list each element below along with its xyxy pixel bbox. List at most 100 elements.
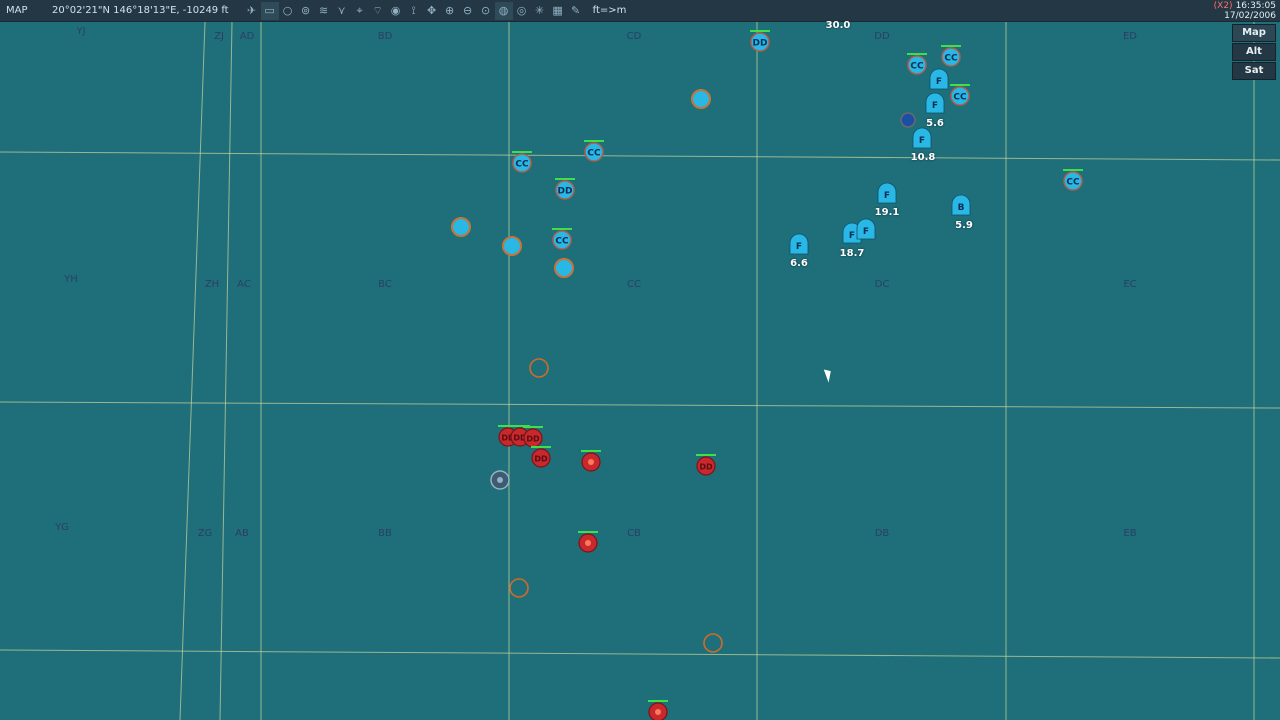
unit-layer: DDCCCCCCCCCCDDCCCCFFFFBFF FDDDD DDDDDD [451,30,1083,720]
friendly-ship-icon[interactable]: CC [552,228,572,250]
friendly-aircraft-icon[interactable]: F [856,218,876,240]
tool-group: ✈ ▭ ○ ⊚ ≋ ⋎ ⌖ ⌔ ◉ ⟟ ✥ ⊕ ⊖ ⊙ ◍ ◎ ✳ ▦ ✎ [243,1,585,20]
clock-date: 17/02/2006 [1224,11,1276,21]
friendly-ship-icon[interactable]: CC [584,140,604,162]
svg-text:CC: CC [515,160,529,170]
friendly-ship-icon[interactable]: CC [941,45,961,67]
target-icon[interactable]: ⌖ [351,2,369,20]
clock: (X2) 16:35:05 17/02/2006 [1214,1,1276,21]
zoom-out-icon[interactable]: ⊖ [459,2,477,20]
circle-icon[interactable]: ○ [279,2,297,20]
friendly-ship-icon[interactable]: CC [950,84,970,106]
globe-icon[interactable]: ◍ [494,1,513,20]
grid-label: BD [377,31,393,42]
wind-icon[interactable]: ≋ [315,2,333,20]
svg-text:CC: CC [1066,178,1080,188]
layers-icon[interactable]: ⊚ [297,2,315,20]
svg-text:CC: CC [953,93,967,103]
contact-marker-icon[interactable] [691,89,711,109]
contact-marker-icon[interactable] [554,258,574,278]
hostile-ship-icon[interactable] [578,531,598,553]
grid-label: CD [626,31,642,42]
hostile-ship-icon[interactable]: DD [523,426,543,448]
friendly-aircraft-icon[interactable]: F [929,68,949,90]
svg-text:B: B [958,203,965,213]
tactical-map[interactable]: DD CC CC CC CC CC DD CC CC F F F F B F F F DD DD DD DD DD YJ Z… [0,20,1280,720]
waypoint-icon[interactable]: ⋎ [333,2,351,20]
altitude-label: 5.9 [955,220,973,231]
grid-label: AC [237,279,251,290]
marker-icon[interactable]: ◉ [387,2,405,20]
hostile-ship-icon[interactable] [648,700,668,720]
unit-toggle[interactable]: ft=>m [593,5,627,16]
contact-marker-icon[interactable] [451,217,471,237]
altitude-label: 18.7 [839,248,865,259]
contact-marker-icon[interactable] [502,236,522,256]
top-toolbar: MAP 20°02'21"N 146°18'13"E, -10249 ft ✈ ▭… [0,0,1280,22]
svg-text:CC: CC [910,62,924,72]
friendly-ship-icon[interactable]: CC [512,151,532,173]
svg-text:DD: DD [534,455,548,464]
friendly-aircraft-icon[interactable]: F [877,182,897,204]
grid-icon[interactable]: ▦ [549,2,567,20]
svg-text:CC: CC [555,237,569,247]
grid-label: DD [874,31,890,42]
altitude-label: 6.6 [790,258,808,269]
svg-text:DD: DD [699,463,713,472]
altitude-label: 5.6 [926,118,944,129]
friendly-aircraft-icon[interactable]: F [925,92,945,114]
altitude-label: 19.1 [874,207,900,218]
radar-icon[interactable]: ⌔ [369,2,387,20]
friendly-aircraft-icon[interactable]: B [951,194,971,216]
ruler-icon[interactable]: ▭ [260,1,279,20]
cursor-coordinates: 20°02'21"N 146°18'13"E, -10249 ft [52,5,229,16]
zoom-fit-icon[interactable]: ⊙ [477,2,495,20]
tower-icon[interactable]: ⟟ [405,2,423,20]
clock-tag: (X2) [1213,1,1233,11]
pen-icon[interactable]: ✎ [567,2,585,20]
selected-unit-icon[interactable] [900,112,916,128]
grid-label: DB [874,528,890,539]
friendly-ship-icon[interactable]: CC [1063,169,1083,191]
friendly-ship-icon[interactable]: DD [750,30,770,52]
grid-label: BC [378,279,392,290]
compass-icon[interactable]: ◎ [513,2,531,20]
hostile-ship-icon[interactable]: DD [696,454,716,476]
friendly-ship-icon[interactable]: CC [907,53,927,75]
sun-icon[interactable]: ✳ [531,2,549,20]
grid-label: AD [239,31,255,42]
grid-label: EC [1123,279,1137,290]
grid-label: CB [627,528,641,539]
grid-label: BB [378,528,392,539]
layer-button-alt[interactable]: Alt [1232,43,1276,61]
svg-text:F: F [884,191,890,201]
altitude-label: 10.8 [910,152,936,163]
grid-label: ZG [197,528,213,539]
zoom-in-icon[interactable]: ⊕ [441,2,459,20]
hostile-ship-icon[interactable]: DD [531,446,551,468]
app-label: MAP [6,5,28,16]
unknown-contact-ring-icon[interactable] [509,578,529,598]
grid-label: ZH [204,279,220,290]
route-icon[interactable]: ✈ [243,2,261,20]
layer-button-sat[interactable]: Sat [1232,62,1276,80]
svg-text:DD: DD [558,187,573,197]
grid-label: YG [55,522,69,533]
unknown-contact-ring-icon[interactable] [529,358,549,378]
friendly-ship-icon[interactable]: DD [555,178,575,200]
hostile-ship-icon[interactable] [581,450,601,472]
neutral-marker-icon[interactable] [490,470,510,490]
svg-text:CC: CC [587,149,601,159]
grid-label: YJ [76,26,86,37]
clock-time: 16:35:05 [1235,1,1276,11]
friendly-aircraft-icon[interactable]: F [912,127,932,149]
svg-text:F: F [849,231,855,241]
move-icon[interactable]: ✥ [423,2,441,20]
layer-button-map[interactable]: Map [1232,24,1276,42]
grid-label: AB [235,528,249,539]
svg-text:CC: CC [944,54,958,64]
svg-text:F: F [863,227,869,237]
unknown-contact-ring-icon[interactable] [703,633,723,653]
grid-label: YH [64,274,78,285]
friendly-aircraft-icon[interactable]: F [789,233,809,255]
